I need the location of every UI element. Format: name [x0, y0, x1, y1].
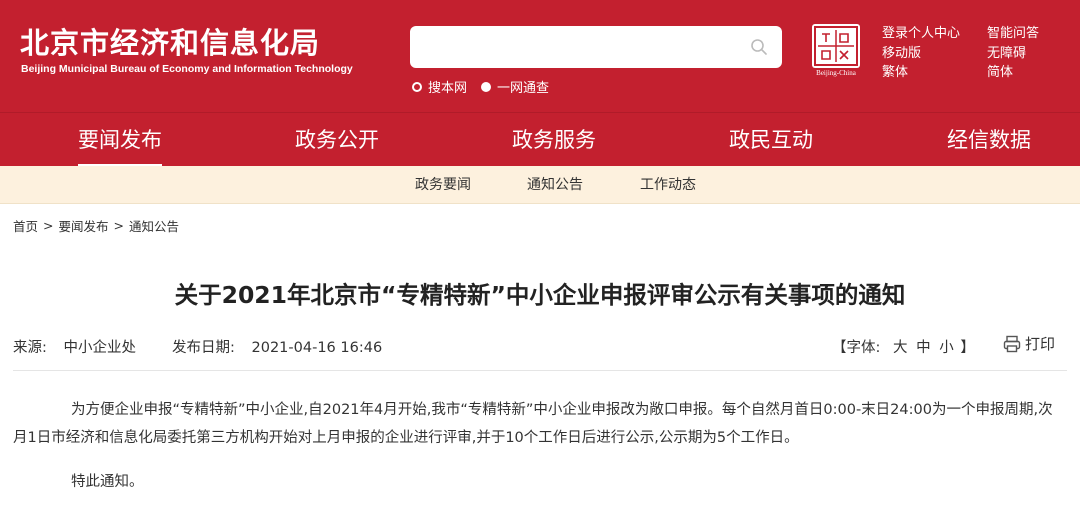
- login-link[interactable]: 登录个人中心: [882, 24, 960, 44]
- search-scope: 搜本网 一网通查: [412, 77, 563, 96]
- search-box: [410, 26, 782, 68]
- sub-nav: 政务要闻 通知公告 工作动态: [0, 166, 1080, 204]
- article-title: 关于2021年北京市“专精特新”中小企业申报评审公示有关事项的通知: [174, 281, 906, 309]
- nav-public-interaction[interactable]: 政民互动: [729, 113, 813, 167]
- subnav-government-news[interactable]: 政务要闻: [415, 166, 471, 204]
- radio-empty-icon: [412, 81, 422, 92]
- article-paragraph: 特此通知。: [71, 474, 144, 490]
- breadcrumb-home[interactable]: 首页: [13, 216, 38, 235]
- source-value: 中小企业处: [63, 340, 137, 356]
- breadcrumb-notices[interactable]: 通知公告: [129, 216, 179, 235]
- mobile-link[interactable]: 移动版: [882, 44, 960, 64]
- breadcrumb-separator: >: [113, 218, 124, 233]
- main-nav: 要闻发布 政务公开 政务服务 政民互动 经信数据: [0, 112, 1080, 167]
- subnav-notices[interactable]: 通知公告: [527, 166, 583, 204]
- print-label: 打印: [1025, 335, 1056, 353]
- subnav-work-updates[interactable]: 工作动态: [640, 166, 696, 204]
- traditional-link[interactable]: 繁体: [882, 63, 960, 83]
- meta-divider: [13, 370, 1067, 371]
- font-size-control: 【字体: 大 中 小 】: [832, 336, 975, 357]
- font-size-medium[interactable]: 中: [916, 340, 931, 356]
- printer-icon: [1003, 335, 1021, 352]
- article-paragraph: 为方便企业申报“专精特新”中小企业,自2021年4月开始,我市“专精特新”中小企…: [13, 402, 1053, 446]
- accessibility-link[interactable]: 无障碍: [987, 44, 1039, 64]
- breadcrumb: 首页 > 要闻发布 > 通知公告: [13, 216, 179, 235]
- date-value: 2021-04-16 16:46: [251, 340, 383, 356]
- search-scope-site[interactable]: 搜本网: [412, 77, 467, 96]
- site-header: 北京市经济和信息化局 Beijing Municipal Bureau of E…: [0, 0, 1080, 112]
- site-logo-cn[interactable]: 北京市经济和信息化局: [20, 20, 320, 62]
- article-meta: 来源: 中小企业处 发布日期: 2021-04-16 16:46: [13, 336, 418, 357]
- site-logo-en: Beijing Municipal Bureau of Economy and …: [21, 63, 353, 75]
- source-label: 来源:: [13, 340, 47, 356]
- search-scope-all[interactable]: 一网通查: [481, 77, 549, 96]
- nav-government-affairs[interactable]: 政务公开: [295, 113, 379, 167]
- article-date: 发布日期: 2021-04-16 16:46: [172, 336, 382, 357]
- top-links-left: 登录个人中心 移动版 繁体: [882, 24, 960, 83]
- search-input[interactable]: [422, 34, 742, 60]
- capital-seal-icon: [812, 24, 860, 68]
- breadcrumb-separator: >: [43, 218, 54, 233]
- search-icon[interactable]: [750, 38, 768, 56]
- date-label: 发布日期:: [172, 340, 235, 356]
- breadcrumb-news-release[interactable]: 要闻发布: [59, 216, 109, 235]
- font-size-small[interactable]: 小: [939, 340, 954, 356]
- top-links-right: 智能问答 无障碍 简体: [987, 24, 1039, 83]
- search-scope-all-label: 一网通查: [497, 81, 550, 96]
- font-size-label: 【字体:: [832, 340, 881, 356]
- article-source: 来源: 中小企业处: [13, 336, 136, 357]
- simplified-link[interactable]: 简体: [987, 63, 1039, 83]
- search-scope-site-label: 搜本网: [428, 81, 468, 96]
- radio-filled-icon: [481, 81, 492, 92]
- nav-news-release[interactable]: 要闻发布: [78, 113, 162, 167]
- nav-government-services[interactable]: 政务服务: [512, 113, 596, 167]
- font-size-large[interactable]: 大: [893, 340, 908, 356]
- capital-emblem: Beijing-China: [812, 24, 860, 77]
- capital-emblem-text: Beijing-China: [816, 69, 856, 77]
- font-size-close: 】: [960, 340, 975, 356]
- nav-economy-data[interactable]: 经信数据: [947, 113, 1031, 167]
- print-button[interactable]: 打印: [1003, 333, 1055, 354]
- smart-qa-link[interactable]: 智能问答: [987, 24, 1039, 44]
